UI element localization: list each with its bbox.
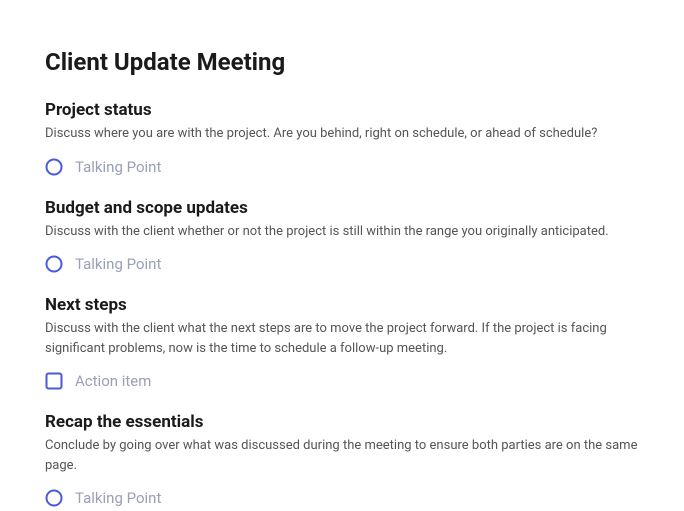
checkbox-icon[interactable]	[45, 372, 63, 390]
section-heading: Project status	[45, 100, 639, 120]
talking-point-row[interactable]: Talking Point	[45, 255, 639, 273]
section-description: Discuss with the client what the next st…	[45, 319, 639, 358]
action-item-placeholder[interactable]: Action item	[75, 372, 151, 390]
section-heading: Next steps	[45, 295, 639, 315]
section-project-status: Project status Discuss where you are wit…	[45, 100, 639, 176]
talking-point-placeholder[interactable]: Talking Point	[75, 489, 161, 507]
section-description: Discuss where you are with the project. …	[45, 124, 639, 144]
talking-point-row[interactable]: Talking Point	[45, 489, 639, 507]
circle-icon[interactable]	[45, 489, 63, 507]
talking-point-placeholder[interactable]: Talking Point	[75, 158, 161, 176]
page-title: Client Update Meeting	[45, 48, 639, 76]
action-item-row[interactable]: Action item	[45, 372, 639, 390]
talking-point-row[interactable]: Talking Point	[45, 158, 639, 176]
section-heading: Recap the essentials	[45, 412, 639, 432]
circle-icon[interactable]	[45, 255, 63, 273]
circle-icon[interactable]	[45, 158, 63, 176]
section-description: Discuss with the client whether or not t…	[45, 222, 639, 242]
talking-point-placeholder[interactable]: Talking Point	[75, 255, 161, 273]
section-recap: Recap the essentials Conclude by going o…	[45, 412, 639, 507]
section-next-steps: Next steps Discuss with the client what …	[45, 295, 639, 390]
section-description: Conclude by going over what was discusse…	[45, 436, 639, 475]
section-heading: Budget and scope updates	[45, 198, 639, 218]
section-budget-scope: Budget and scope updates Discuss with th…	[45, 198, 639, 274]
